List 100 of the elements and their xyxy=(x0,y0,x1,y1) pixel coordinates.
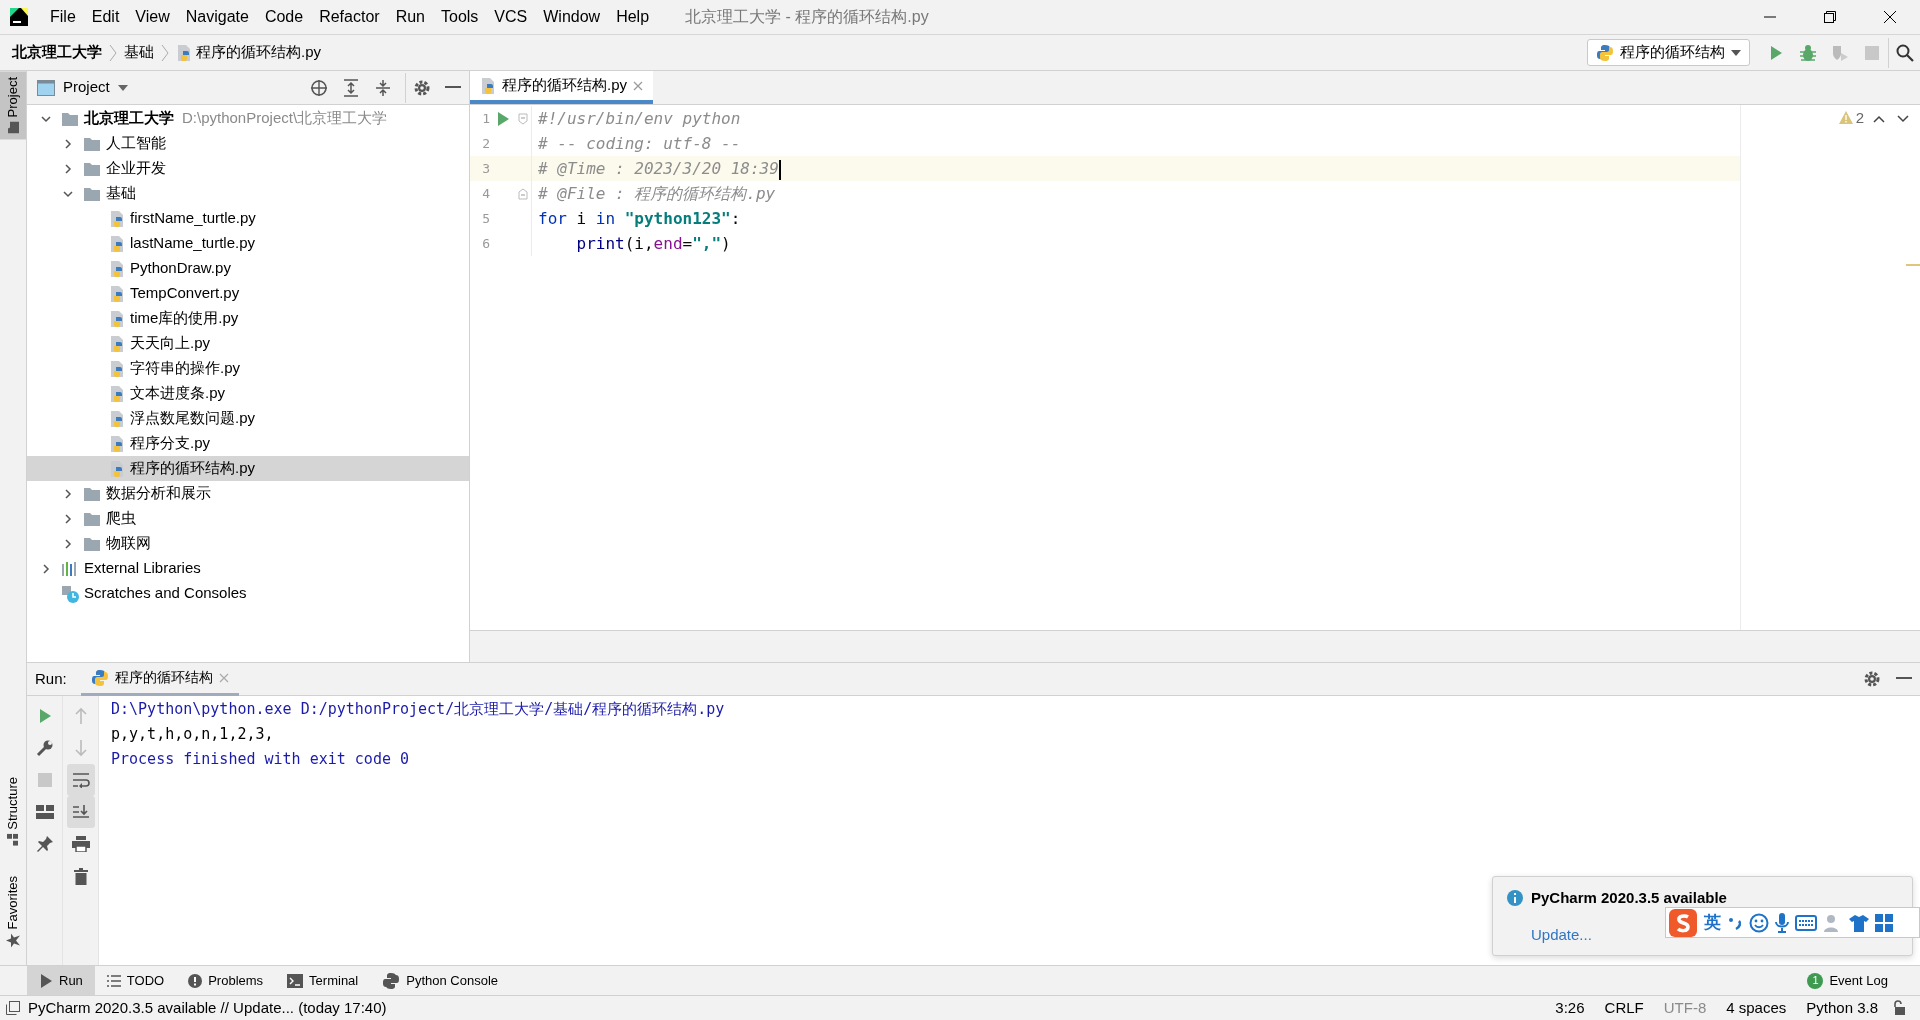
wrap-icon xyxy=(71,772,90,788)
tree-item[interactable]: firstName_turtle.py xyxy=(27,206,469,231)
status-item[interactable]: CRLF xyxy=(1594,996,1654,1020)
tree-item[interactable]: lastName_turtle.py xyxy=(27,231,469,256)
shirt-icon[interactable] xyxy=(1849,913,1869,932)
caret-icon xyxy=(1731,49,1741,56)
chevron-right-icon[interactable] xyxy=(62,162,74,175)
tree-item[interactable]: 程序的循环结构.py xyxy=(27,456,469,481)
menu-item[interactable]: Code xyxy=(256,5,312,29)
project-view-dropdown[interactable]: Project xyxy=(37,72,128,103)
event-log-button[interactable]: 1 Event Log xyxy=(1795,965,1900,996)
menu-item[interactable]: Refactor xyxy=(311,5,388,29)
update-link[interactable]: Update... xyxy=(1531,923,1592,946)
tree-item[interactable]: 北京理工大学 D:\pythonProject\北京理工大学 xyxy=(27,106,469,131)
tree-item[interactable]: 字符串的操作.py xyxy=(27,356,469,381)
side-tab[interactable]: Favorites xyxy=(0,869,26,953)
tree-item[interactable]: 企业开发 xyxy=(27,156,469,181)
grid-icon[interactable] xyxy=(1875,913,1893,932)
menu-item[interactable]: File xyxy=(42,5,84,29)
folder-crumb[interactable]: 基础 xyxy=(124,41,154,64)
tool-window-tab[interactable]: Terminal xyxy=(275,965,371,996)
status-item[interactable]: Python 3.8 xyxy=(1796,996,1888,1020)
chevron-right-icon[interactable] xyxy=(62,137,74,150)
scroll-to-end-button[interactable] xyxy=(66,796,95,828)
close-icon xyxy=(1884,11,1896,23)
folder-icon xyxy=(83,160,101,177)
run-icon[interactable] xyxy=(37,708,52,724)
tree-item[interactable]: External Libraries xyxy=(27,556,469,581)
run-tab[interactable]: 程序的循环结构 xyxy=(80,662,239,696)
menu-item[interactable]: Edit xyxy=(83,5,128,29)
menu-item[interactable]: VCS xyxy=(486,5,536,29)
stop-icon xyxy=(1865,45,1879,60)
tree-item[interactable]: 文本进度条.py xyxy=(27,381,469,406)
menu-item[interactable]: Window xyxy=(535,5,609,29)
line-number: 5 xyxy=(481,209,490,228)
python-file-icon xyxy=(109,459,125,478)
file-crumb[interactable]: 程序的循环结构.py xyxy=(196,41,321,64)
keyboard-icon[interactable] xyxy=(1795,914,1817,931)
python-icon xyxy=(382,971,401,990)
tool-window-tab[interactable]: TODO xyxy=(94,965,177,996)
chevron-right-icon[interactable] xyxy=(62,487,74,500)
input-method-logo-icon[interactable] xyxy=(1668,907,1698,938)
expand-all-icon xyxy=(343,78,359,97)
python-icon xyxy=(1596,43,1614,62)
tree-item[interactable]: 物联网 xyxy=(27,531,469,556)
panel-icon xyxy=(37,79,55,96)
chevron-up-icon xyxy=(1873,115,1885,123)
side-tab[interactable]: Project xyxy=(0,71,26,140)
tree-item[interactable]: 基础 xyxy=(27,181,469,206)
python-file-icon xyxy=(109,284,125,303)
close-icon[interactable] xyxy=(633,80,643,91)
tool-window-tab[interactable]: Python Console xyxy=(370,965,510,996)
tree-item[interactable]: PythonDraw.py xyxy=(27,256,469,281)
python-file-icon xyxy=(109,209,125,228)
warning-icon xyxy=(1838,111,1853,124)
notification-title: PyCharm 2020.3.5 available xyxy=(1531,888,1727,908)
menu-item[interactable]: Tools xyxy=(433,5,487,29)
structure-icon xyxy=(7,833,19,846)
soft-wrap-button[interactable] xyxy=(66,764,95,796)
tree-item[interactable]: TempConvert.py xyxy=(27,281,469,306)
tree-item[interactable]: 人工智能 xyxy=(27,131,469,156)
chevron-right-icon[interactable] xyxy=(62,537,74,550)
python-file-icon xyxy=(109,334,125,353)
smiley-icon[interactable] xyxy=(1749,912,1769,933)
python-file-icon xyxy=(176,43,192,62)
chevron-right-icon[interactable] xyxy=(40,562,52,575)
run-label: Run: xyxy=(35,668,67,689)
menu-item[interactable]: View xyxy=(127,5,178,29)
microphone-icon[interactable] xyxy=(1775,912,1789,933)
tree-item[interactable]: 浮点数尾数问题.py xyxy=(27,406,469,431)
run-icon[interactable] xyxy=(496,110,510,127)
tree-item[interactable]: 天天向上.py xyxy=(27,331,469,356)
python-file-icon xyxy=(109,434,125,453)
run-icon[interactable] xyxy=(39,972,53,989)
tree-item[interactable]: 程序分支.py xyxy=(27,431,469,456)
input-mode-toggle[interactable]: 英 xyxy=(1704,909,1721,936)
run-config-dropdown[interactable]: 程序的循环结构 xyxy=(1587,39,1750,66)
tool-window-tab[interactable]: Run xyxy=(27,965,95,996)
target-icon xyxy=(310,78,328,97)
status-message[interactable]: PyCharm 2020.3.5 available // Update... (today 17:40) xyxy=(28,996,387,1020)
folder-crumb[interactable]: 北京理工大学 xyxy=(12,41,102,64)
python-file-icon xyxy=(480,76,496,95)
path-text: D:\pythonProject\北京理工大学 xyxy=(182,108,388,129)
status-item[interactable]: 4 spaces xyxy=(1716,996,1797,1020)
tree-item[interactable]: Scratches and Consoles xyxy=(27,581,469,606)
menu-item[interactable]: Help xyxy=(608,5,658,29)
run-icon[interactable] xyxy=(1769,44,1783,61)
editor-tab[interactable]: 程序的循环结构.py xyxy=(470,71,653,104)
tool-window-tab[interactable]: Problems xyxy=(176,965,276,996)
chevron-right-icon[interactable] xyxy=(62,512,74,525)
tree-item[interactable]: 爬虫 xyxy=(27,506,469,531)
status-item[interactable]: 3:26 xyxy=(1545,996,1595,1020)
caret-icon xyxy=(117,84,128,91)
text-cursor xyxy=(778,159,781,180)
menu-item[interactable]: Run xyxy=(387,5,433,29)
side-tab[interactable]: Structure xyxy=(0,770,26,852)
tree-item[interactable]: 数据分析和展示 xyxy=(27,481,469,506)
lock-icon[interactable] xyxy=(1892,1000,1906,1016)
tree-item[interactable]: time库的使用.py xyxy=(27,306,469,331)
menu-item[interactable]: Navigate xyxy=(177,5,257,29)
